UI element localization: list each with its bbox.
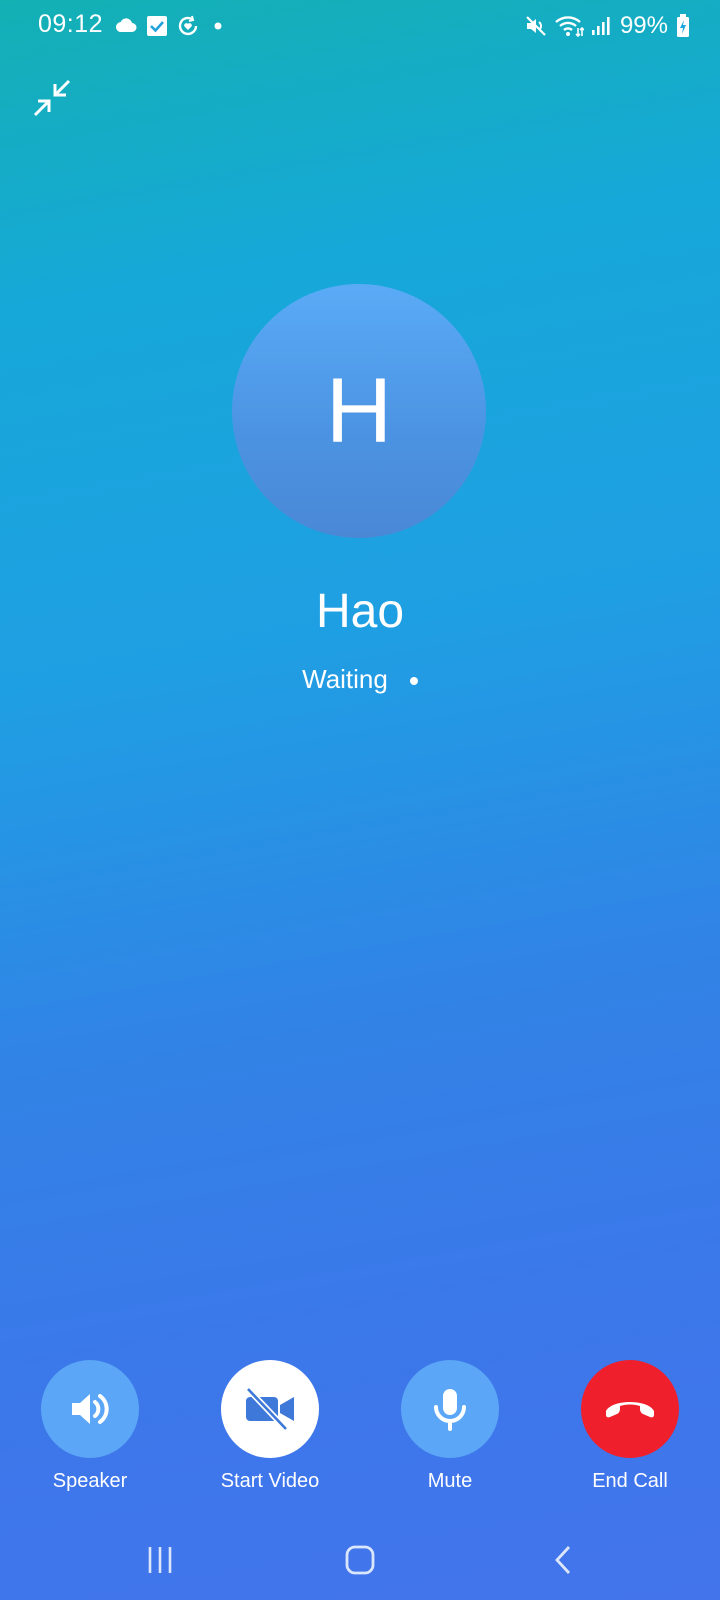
- minimize-icon: [33, 79, 71, 117]
- navigation-bar: [0, 1530, 720, 1590]
- back-button[interactable]: [534, 1530, 594, 1590]
- mute-label: Mute: [427, 1470, 473, 1492]
- heart-sync-icon: [178, 15, 198, 36]
- start-video-button-circle[interactable]: [221, 1360, 319, 1458]
- start-video-button[interactable]: Start Video: [195, 1360, 345, 1493]
- call-status-text: Waiting: [302, 664, 388, 694]
- minimize-button[interactable]: [30, 76, 74, 120]
- caller-avatar: H: [232, 284, 486, 538]
- status-time: 09:12: [38, 10, 104, 38]
- dot-icon: [214, 22, 222, 30]
- signal-icon: [591, 17, 610, 35]
- back-icon: [555, 1546, 571, 1574]
- status-icons-right: 99%: [524, 12, 668, 40]
- end-call-button[interactable]: End Call: [555, 1360, 705, 1493]
- home-button[interactable]: [330, 1530, 390, 1590]
- end-call-label: End Call: [592, 1470, 668, 1492]
- checkbox-icon: [147, 16, 167, 36]
- speaker-label: Speaker: [52, 1470, 128, 1492]
- mute-button[interactable]: Mute: [375, 1360, 525, 1493]
- mute-button-circle[interactable]: [401, 1360, 499, 1458]
- avatar-initial: H: [325, 360, 393, 462]
- status-icons-left: [114, 12, 228, 40]
- speaker-button[interactable]: Speaker: [15, 1360, 165, 1493]
- battery-percentage: 99%: [619, 12, 668, 39]
- status-bar: 09:12 99%: [0, 0, 720, 52]
- recents-button[interactable]: [130, 1530, 190, 1590]
- status-dot: [409, 676, 418, 685]
- end-call-button-circle[interactable]: [581, 1360, 679, 1458]
- phone-hangup-icon: [606, 1402, 654, 1418]
- microphone-icon: [434, 1389, 466, 1431]
- caller-name: Hao: [315, 585, 405, 638]
- wifi-icon: [555, 16, 584, 38]
- speaker-button-circle[interactable]: [41, 1360, 139, 1458]
- recents-icon: [148, 1547, 172, 1573]
- home-icon: [345, 1545, 375, 1575]
- start-video-label: Start Video: [220, 1470, 320, 1492]
- speaker-icon: [72, 1394, 109, 1424]
- cloud-icon: [115, 18, 137, 32]
- call-status: Waiting: [0, 664, 720, 695]
- mute-icon: [526, 16, 546, 36]
- battery-charging-icon: [677, 14, 689, 37]
- video-off-icon: [245, 1386, 294, 1432]
